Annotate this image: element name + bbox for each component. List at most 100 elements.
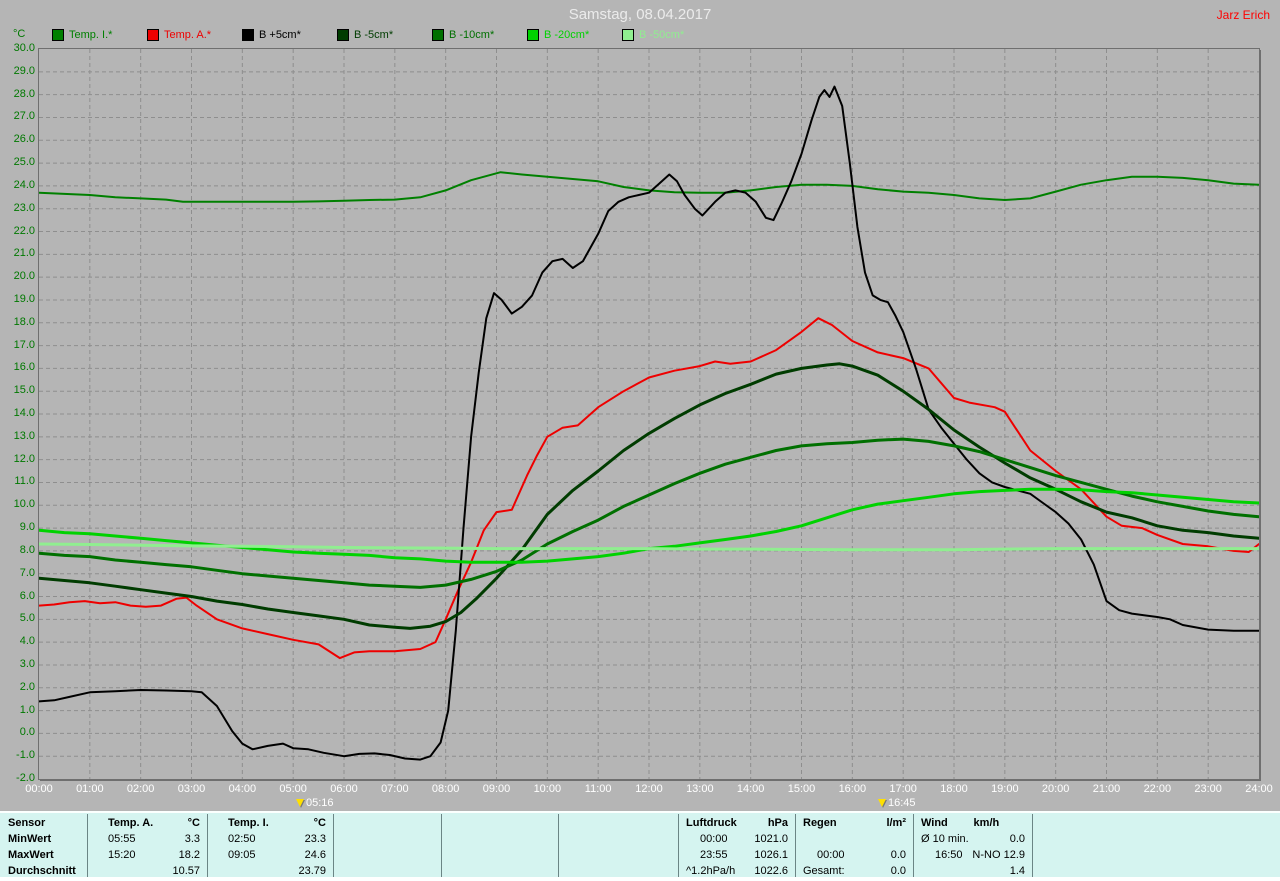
legend-swatch-icon — [622, 29, 634, 41]
x-tick-label: 24:00 — [1245, 783, 1273, 795]
x-tick-label: 15:00 — [787, 783, 816, 795]
x-tick-label: 09:00 — [482, 783, 511, 795]
temp-a-min: 3.3 — [184, 833, 200, 845]
stats-panel: Sensor MinWert MaxWert Durchschnitt Temp… — [0, 811, 1280, 879]
panel-separator — [87, 814, 88, 878]
x-tick-label: 01:00 — [76, 783, 104, 795]
luftdruck-unit: hPa — [767, 817, 788, 829]
y-tick-label: 22.0 — [13, 224, 35, 237]
page-title: Samstag, 08.04.2017 — [568, 6, 712, 23]
stats-group-regen: Regen l/m² 00:00 0.0 Gesamt: 0.0 — [799, 815, 910, 879]
wind-max-value: N-NO 12.9 — [972, 849, 1025, 861]
y-tick-label: 15.0 — [13, 384, 35, 397]
stats-group-luftdruck: Luftdruck hPa 00:00 1021.0 23:55 1026.1 … — [682, 815, 792, 879]
panel-separator — [1032, 814, 1033, 878]
legend-item-b_m10: B -10cm* — [432, 29, 527, 41]
y-tick-label: 27.0 — [13, 110, 35, 123]
y-tick-label: 14.0 — [13, 407, 35, 419]
stats-group-temp-i: Temp. I. °C 02:50 23.3 09:05 24.6 23.79 — [210, 815, 330, 879]
x-tick-label: 13:00 — [686, 783, 714, 795]
panel-separator — [558, 814, 559, 878]
temp-i-unit: °C — [313, 817, 326, 829]
legend-item-b_m5: B -5cm* — [337, 29, 432, 41]
y-tick-label: 8.0 — [19, 543, 35, 556]
panel-separator — [441, 814, 442, 878]
panel-separator — [678, 814, 679, 878]
regen-header: Regen — [803, 817, 837, 829]
x-tick-label: 10:00 — [533, 783, 562, 795]
temp-i-header: Temp. I. — [228, 817, 269, 829]
x-tick-label: 20:00 — [1041, 783, 1070, 795]
stats-group-temp-a: Temp. A. °C 05:55 3.3 15:20 18.2 10.57 — [90, 815, 204, 879]
legend-swatch-icon — [527, 29, 539, 41]
temp-a-header: Temp. A. — [108, 817, 154, 829]
panel-separator — [333, 814, 334, 878]
y-tick-label: 13.0 — [13, 429, 35, 442]
legend-label: B +5cm* — [259, 29, 301, 41]
y-tick-label: 17.0 — [13, 338, 35, 351]
y-tick-label: 12.0 — [13, 452, 35, 465]
sunset-icon — [878, 799, 886, 807]
wind-unit: km/h — [973, 817, 1000, 829]
y-tick-label: 7.0 — [19, 566, 35, 579]
stats-group-wind: Wind km/h Ø 10 min. 0.0 16:50 N-NO 12.9 … — [917, 815, 1029, 879]
temp-i-min-time: 02:50 — [228, 833, 256, 845]
y-tick-label: 6.0 — [19, 589, 35, 602]
stats-row-labels: Sensor MinWert MaxWert Durchschnitt — [4, 815, 84, 879]
chart-svg — [39, 49, 1259, 779]
y-tick-label: 5.0 — [19, 612, 35, 625]
x-tick-label: 21:00 — [1092, 783, 1121, 795]
x-tick-label: 04:00 — [228, 783, 257, 795]
y-tick-label: 21.0 — [13, 247, 35, 260]
temp-a-min-time: 05:55 — [108, 833, 136, 845]
wind-avg10-value: 0.0 — [1009, 833, 1025, 845]
regen-unit: l/m² — [886, 817, 906, 829]
luftdruck-header: Luftdruck — [686, 817, 737, 829]
luftdruck-start-time: 00:00 — [700, 833, 728, 845]
stats-label-minwert: MinWert — [8, 833, 52, 845]
x-tick-label: 00:00 — [25, 783, 53, 795]
y-tick-label: 23.0 — [13, 201, 35, 214]
legend-label: B -10cm* — [449, 29, 495, 41]
y-tick-label: 1.0 — [19, 703, 35, 716]
legend-swatch-icon — [337, 29, 349, 41]
plot-area — [38, 48, 1260, 780]
x-tick-label: 19:00 — [991, 783, 1019, 795]
legend-swatch-icon — [52, 29, 64, 41]
stats-label-sensor: Sensor — [8, 817, 46, 829]
y-tick-label: 24.0 — [13, 178, 35, 191]
sunrise-marker: 05:16 — [296, 797, 334, 809]
author-label: Jarz Erich — [1216, 8, 1270, 22]
y-tick-label: 9.0 — [19, 521, 35, 534]
temp-a-max-time: 15:20 — [108, 849, 136, 861]
x-tick-label: 03:00 — [177, 783, 206, 795]
y-tick-label: 30.0 — [13, 42, 35, 54]
y-tick-label: 26.0 — [13, 133, 35, 146]
chart-legend: Temp. I.* Temp. A.* B +5cm* B -5cm* B -10cm*… — [52, 29, 717, 41]
temp-i-max-time: 09:05 — [228, 849, 256, 861]
wind-avg10-label: Ø 10 min. — [921, 833, 969, 845]
y-tick-label: 11.0 — [14, 475, 35, 488]
y-tick-label: 16.0 — [13, 361, 35, 374]
y-tick-label: 0.0 — [19, 726, 35, 739]
x-tick-label: 14:00 — [736, 783, 765, 795]
x-tick-label: 17:00 — [889, 783, 917, 795]
panel-separator — [795, 814, 796, 878]
legend-label: B -5cm* — [354, 29, 394, 41]
x-tick-label: 06:00 — [330, 783, 358, 795]
legend-swatch-icon — [147, 29, 159, 41]
legend-item-b_m20: B -20cm* — [527, 29, 622, 41]
regen-value: 0.0 — [890, 849, 906, 861]
y-tick-label: 2.0 — [19, 680, 35, 693]
legend-label: B -50cm* — [639, 29, 685, 41]
panel-separator — [207, 814, 208, 878]
legend-label: Temp. A.* — [164, 29, 212, 41]
y-tick-label: 20.0 — [13, 270, 35, 283]
y-tick-label: 25.0 — [13, 156, 35, 169]
stats-label-maxwert: MaxWert — [8, 849, 54, 861]
temp-a-unit: °C — [187, 817, 200, 829]
y-tick-label: 29.0 — [13, 64, 35, 77]
bottom-strip — [0, 877, 1280, 881]
luftdruck-start-value: 1021.0 — [754, 833, 788, 845]
x-tick-label: 12:00 — [635, 783, 663, 795]
